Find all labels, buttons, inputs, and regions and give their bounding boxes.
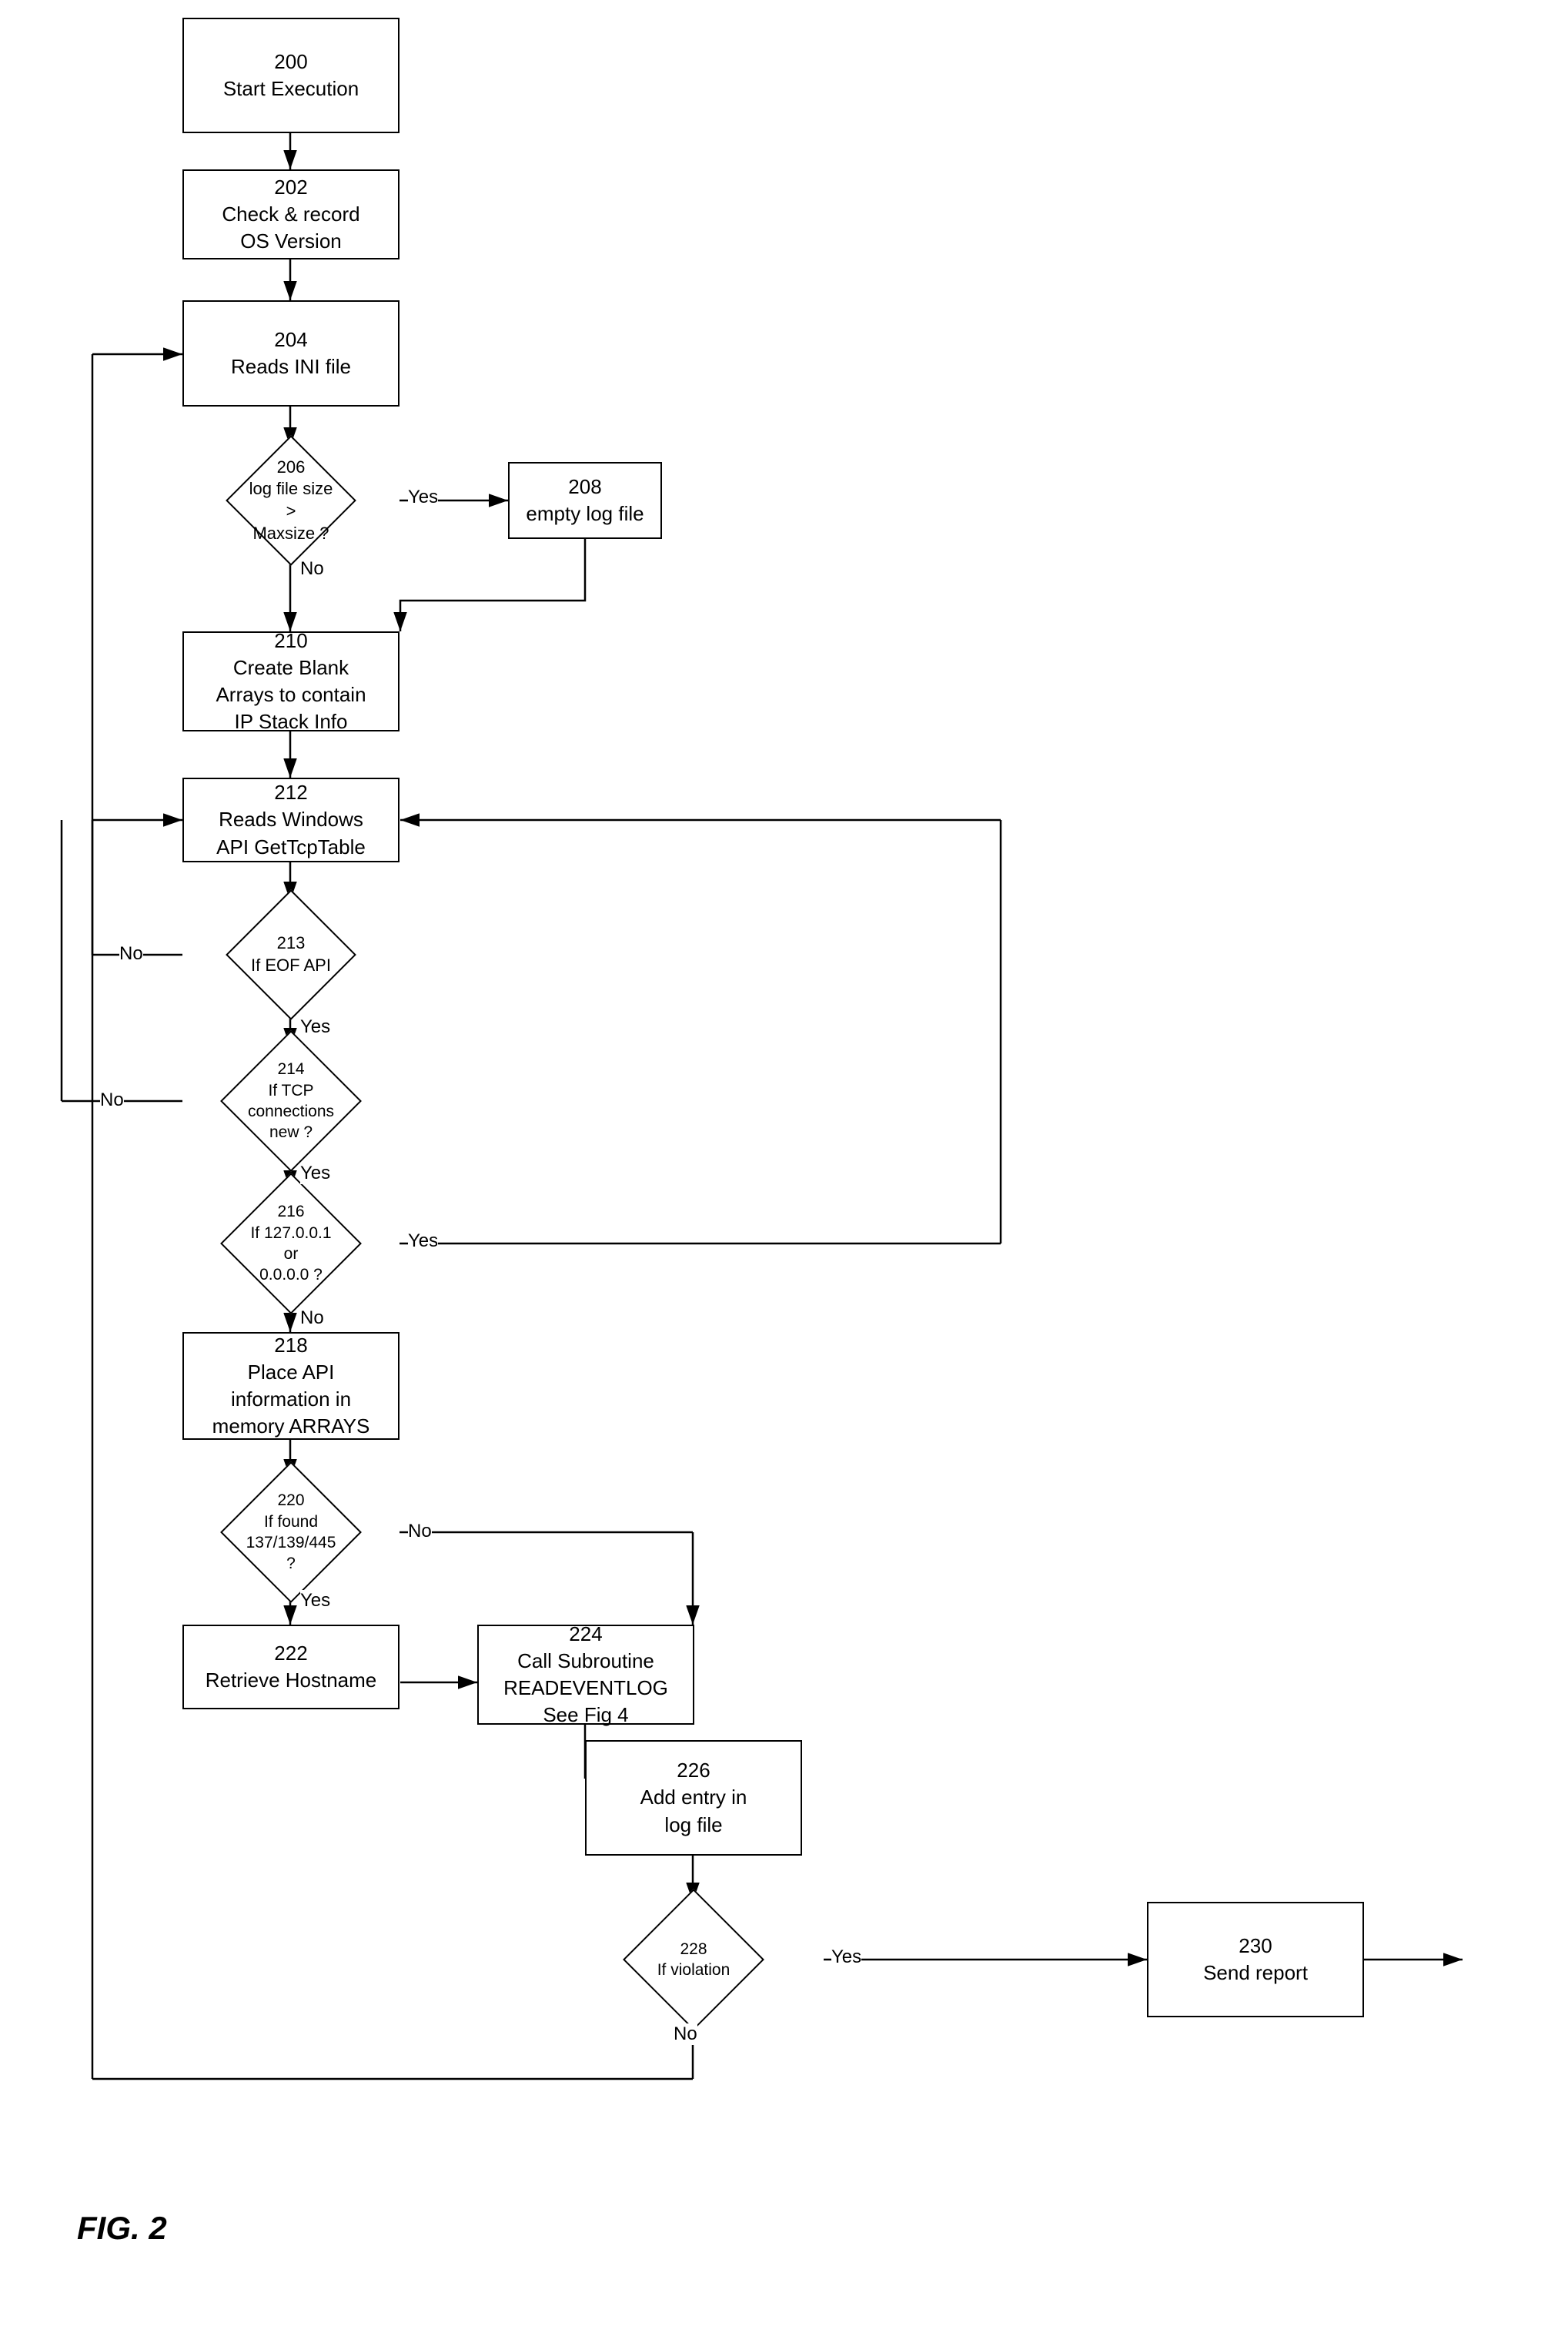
node-226-label: 226 Add entry in log file <box>640 1757 747 1838</box>
label-213-no: No <box>119 943 143 965</box>
node-204: 204 Reads INI file <box>182 300 400 407</box>
node-213-label: 213 If EOF API <box>251 932 331 976</box>
label-214-no: No <box>100 1089 124 1111</box>
node-214-wrap: 214 If TCP connections new ? <box>182 1047 400 1155</box>
label-220-yes: Yes <box>300 1590 330 1612</box>
flowchart-diagram: 200 Start Execution 202 Check & record O… <box>0 0 1568 2343</box>
node-208-label: 208 empty log file <box>526 474 644 527</box>
node-208: 208 empty log file <box>508 462 662 539</box>
node-213-wrap: 213 If EOF API <box>182 901 400 1009</box>
node-220-wrap: 220 If found 137/139/445 ? <box>182 1478 400 1586</box>
node-210: 210 Create Blank Arrays to contain IP St… <box>182 631 400 731</box>
node-218: 218 Place API information in memory ARRA… <box>182 1332 400 1440</box>
figure-label: FIG. 2 <box>77 2210 167 2247</box>
label-228-no: No <box>674 2023 697 2045</box>
node-206-label: 206 log file size > Maxsize ? <box>246 457 336 544</box>
node-202-label: 202 Check & record OS Version <box>222 174 359 255</box>
node-230-label: 230 Send report <box>1203 1933 1308 1987</box>
node-226: 226 Add entry in log file <box>585 1740 802 1856</box>
label-228-yes: Yes <box>831 1946 861 1968</box>
node-206-wrap: 206 log file size > Maxsize ? <box>182 447 400 554</box>
node-200-label: 200 Start Execution <box>223 49 359 102</box>
label-206-yes: Yes <box>408 487 438 508</box>
label-206-no: No <box>300 558 324 580</box>
label-214-yes: Yes <box>300 1163 330 1184</box>
label-213-yes: Yes <box>300 1016 330 1038</box>
node-216-label: 216 If 127.0.0.1 or 0.0.0.0 ? <box>242 1201 339 1285</box>
node-224-label: 224 Call Subroutine READEVENTLOG See Fig… <box>503 1621 668 1729</box>
node-212-label: 212 Reads Windows API GetTcpTable <box>216 779 366 860</box>
node-228-label: 228 If violation <box>657 1939 731 1981</box>
node-202: 202 Check & record OS Version <box>182 169 400 259</box>
node-224: 224 Call Subroutine READEVENTLOG See Fig… <box>477 1625 694 1725</box>
node-212: 212 Reads Windows API GetTcpTable <box>182 778 400 862</box>
node-204-label: 204 Reads INI file <box>231 326 351 380</box>
label-216-yes: Yes <box>408 1230 438 1252</box>
node-228-wrap: 228 If violation <box>585 1902 802 2017</box>
label-220-no: No <box>408 1521 432 1542</box>
node-210-label: 210 Create Blank Arrays to contain IP St… <box>216 628 366 735</box>
node-218-label: 218 Place API information in memory ARRA… <box>212 1332 370 1440</box>
node-222-label: 222 Retrieve Hostname <box>206 1640 377 1694</box>
node-200: 200 Start Execution <box>182 18 400 133</box>
node-222: 222 Retrieve Hostname <box>182 1625 400 1709</box>
node-216-wrap: 216 If 127.0.0.1 or 0.0.0.0 ? <box>182 1190 400 1297</box>
node-214-label: 214 If TCP connections new ? <box>242 1059 339 1143</box>
node-230: 230 Send report <box>1147 1902 1364 2017</box>
node-220-label: 220 If found 137/139/445 ? <box>242 1490 339 1574</box>
label-216-no: No <box>300 1307 324 1329</box>
